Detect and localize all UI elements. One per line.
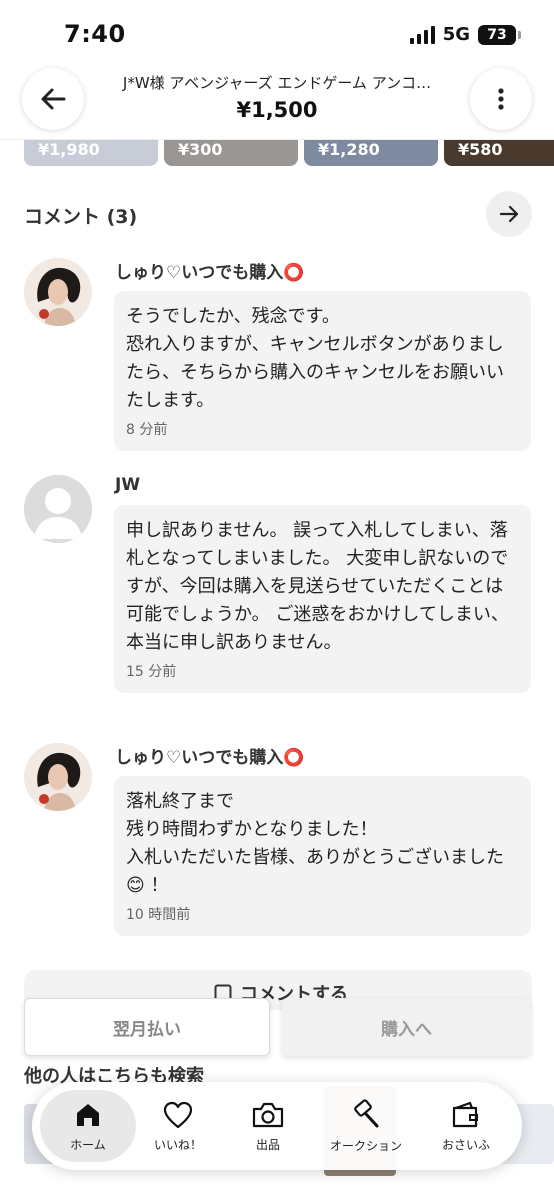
related-items-strip: ¥1,980 ¥300 ¥1,280 ¥580 — [24, 140, 554, 166]
tab-wallet-label: おさいふ — [441, 1137, 490, 1152]
comment-bubble: 落札終了まで 残り時間わずかとなりました！ 入札いただいた皆様、ありがとうござい… — [114, 776, 531, 936]
comment-time: 15 分前 — [126, 664, 177, 680]
related-item-thumb[interactable]: ¥300 — [164, 140, 298, 166]
battery-level: 73 — [487, 26, 507, 43]
item-title: J*W様 アベンジャーズ エンドゲーム アンコ… — [122, 74, 432, 92]
related-item-thumb[interactable]: ¥580 — [444, 140, 554, 166]
comments-title: コメント (3) — [24, 206, 138, 228]
signal-icon — [409, 25, 435, 44]
comment-time: 8 分前 — [126, 422, 168, 438]
tab-home[interactable]: ホーム — [40, 1090, 136, 1162]
tab-sell[interactable]: 出品 — [220, 1090, 316, 1162]
tab-wallet[interactable]: おさいふ — [418, 1090, 514, 1162]
comments-header: コメント (3) — [24, 191, 532, 237]
comment-time: 10 時間前 — [126, 907, 191, 923]
comment-bubble: 申し訳ありません。 誤って入札してしまい、落札となってしまいました。 大変申し訳… — [114, 505, 531, 693]
comment-text: 申し訳ありません。 誤って入札してしまい、落札となってしまいました。 大変申し訳… — [126, 520, 509, 653]
related-item-thumb[interactable]: ¥1,980 — [24, 140, 158, 166]
bottom-tab-bar: ホーム いいね！ 出品 オークション おさいふ — [32, 1082, 522, 1170]
arrow-left-icon — [41, 88, 66, 110]
heart-icon — [163, 1101, 193, 1128]
comment-bubble: そうでしたか、残念です。 恐れ入りますが、キャンセルボタンがありましたら、そちら… — [114, 291, 531, 451]
camera-icon — [252, 1102, 284, 1127]
tab-home-label: ホーム — [70, 1137, 106, 1152]
wallet-icon — [452, 1101, 478, 1127]
comments-more-button[interactable] — [486, 191, 532, 237]
purchase-button[interactable]: 購入へ — [282, 998, 531, 1056]
comment-text: 落札終了まで 残り時間わずかとなりました！ 入札いただいた皆様、ありがとうござい… — [126, 791, 504, 896]
avatar[interactable] — [24, 258, 92, 326]
gavel-icon — [354, 1098, 379, 1127]
related-item-price: ¥1,280 — [318, 140, 380, 159]
pay-next-month-button[interactable]: 翌月払い — [24, 998, 270, 1056]
network-label: 5G — [442, 24, 470, 45]
related-item-price: ¥300 — [178, 140, 223, 159]
status-bar: 7:40 5G 73 — [0, 0, 554, 68]
tab-auction[interactable]: オークション — [318, 1090, 414, 1162]
more-button[interactable] — [470, 68, 532, 130]
comment-username[interactable]: しゅり♡いつでも購入⭕ — [115, 743, 304, 768]
status-indicators: 5G 73 — [409, 24, 521, 45]
avatar[interactable] — [24, 743, 92, 811]
related-item-price: ¥580 — [458, 140, 503, 159]
avatar[interactable] — [24, 475, 92, 543]
comment-item: JW 申し訳ありません。 誤って入札してしまい、落札となってしまいました。 大変… — [24, 475, 532, 723]
comment-username[interactable]: しゅり♡いつでも購入⭕ — [115, 258, 304, 283]
arrow-right-icon — [499, 205, 519, 223]
related-item-price: ¥1,980 — [38, 140, 100, 159]
comment-item: しゅり♡いつでも購入⭕ そうでしたか、残念です。 恐れ入りますが、キャンセルボタ… — [24, 258, 532, 453]
comment-username[interactable]: JW — [115, 475, 140, 495]
tab-likes[interactable]: いいね！ — [130, 1090, 226, 1162]
tab-auction-label: オークション — [329, 1138, 402, 1153]
back-button[interactable] — [22, 68, 84, 130]
item-header: J*W様 アベンジャーズ エンドゲーム アンコ… ¥1,500 — [0, 64, 554, 140]
default-avatar-icon — [24, 475, 92, 543]
item-price: ¥1,500 — [236, 98, 318, 122]
more-vertical-icon — [498, 88, 504, 110]
comment-text: そうでしたか、残念です。 恐れ入りますが、キャンセルボタンがありましたら、そちら… — [126, 306, 504, 411]
comment-item: しゅり♡いつでも購入⭕ 落札終了まで 残り時間わずかとなりました！ 入札いただい… — [24, 743, 532, 938]
status-time: 7:40 — [64, 20, 126, 48]
home-icon — [77, 1103, 99, 1126]
tab-sell-label: 出品 — [255, 1137, 280, 1152]
related-item-thumb[interactable]: ¥1,280 — [304, 140, 438, 166]
battery-icon: 73 — [478, 24, 521, 45]
tab-likes-label: いいね！ — [153, 1137, 202, 1152]
